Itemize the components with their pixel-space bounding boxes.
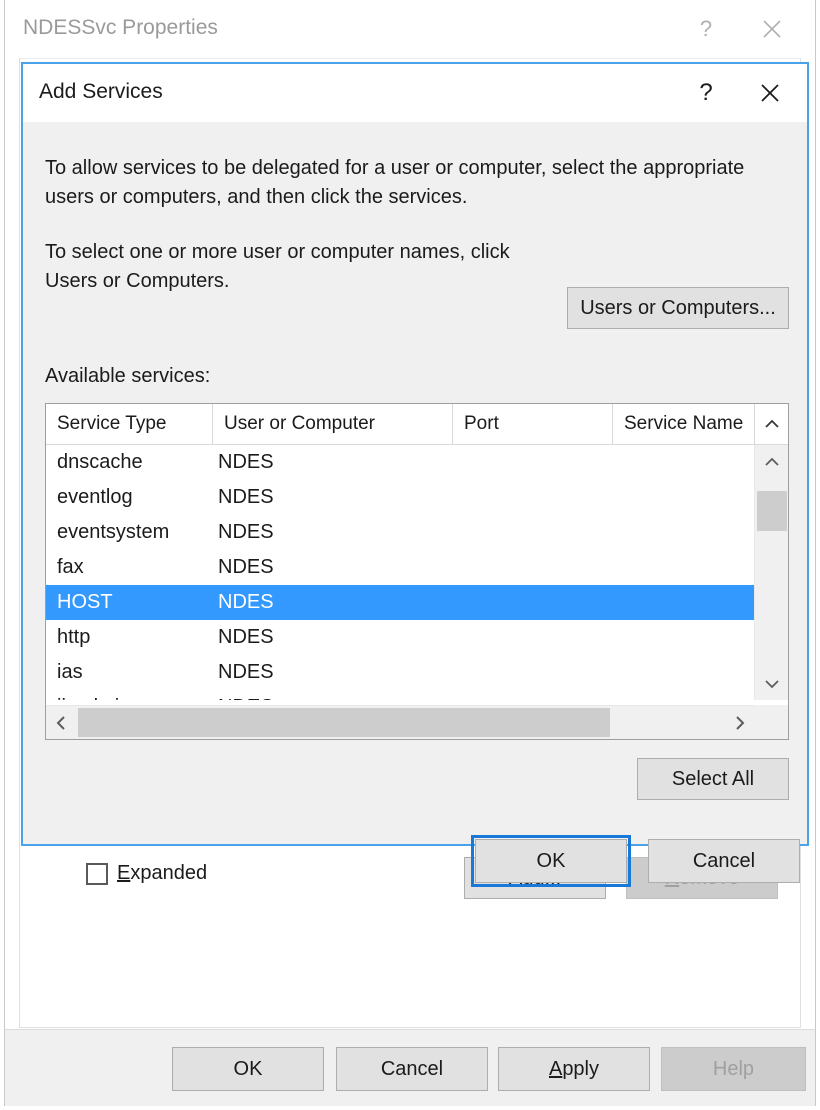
column-header-user-or-computer[interactable]: User or Computer — [213, 404, 453, 444]
cell-service-type: ias — [57, 661, 83, 684]
help-icon[interactable]: ? — [677, 64, 735, 122]
expanded-label-rest: xpanded — [130, 862, 207, 884]
cell-user-or-computer: NDES — [218, 626, 274, 649]
table-row[interactable]: ias NDES — [46, 655, 754, 690]
add-services-title: Add Services — [39, 80, 163, 104]
vertical-scrollbar[interactable] — [754, 445, 788, 700]
select-all-button[interactable]: Select All — [637, 758, 789, 800]
table-row[interactable]: fax NDES — [46, 550, 754, 585]
chevron-down-icon[interactable] — [755, 666, 789, 700]
help-icon[interactable]: ? — [677, 0, 735, 58]
vertical-scrollbar-thumb[interactable] — [757, 491, 787, 531]
list-column-header: Service Type User or Computer Port Servi… — [46, 404, 788, 445]
scrollbar-corner — [754, 705, 788, 739]
add-services-body: To allow services to be delegated for a … — [23, 122, 807, 844]
chevron-right-icon[interactable] — [724, 706, 754, 739]
table-row[interactable]: dnscache NDES — [46, 445, 754, 480]
available-services-label: Available services: — [45, 365, 210, 388]
table-row[interactable]: http NDES — [46, 620, 754, 655]
cell-user-or-computer: NDES — [218, 521, 274, 544]
table-row[interactable]: iisadmin NDES — [46, 690, 754, 700]
close-icon[interactable] — [743, 0, 801, 58]
ok-button[interactable]: OK — [172, 1047, 324, 1091]
horizontal-scrollbar[interactable] — [46, 705, 754, 739]
close-icon[interactable] — [741, 64, 799, 122]
chevron-up-icon[interactable] — [755, 445, 789, 479]
cell-user-or-computer: NDES — [218, 486, 274, 509]
expanded-checkbox-group[interactable]: Expanded — [86, 862, 207, 885]
add-services-dialog: Add Services ? To allow services to be d… — [21, 62, 809, 846]
cell-user-or-computer: NDES — [218, 451, 274, 474]
cell-user-or-computer: NDES — [218, 556, 274, 579]
outer-title-bar: NDESSvc Properties ? — [5, 0, 815, 58]
add-services-title-bar: Add Services ? — [23, 64, 807, 122]
chevron-up-icon[interactable] — [754, 404, 789, 444]
cell-service-type: http — [57, 626, 90, 649]
cell-service-type: iisadmin — [57, 696, 130, 700]
cell-service-type: dnscache — [57, 451, 143, 474]
expanded-label: Expanded — [117, 862, 207, 885]
apply-button[interactable]: Apply — [498, 1047, 650, 1091]
intro-instructions: To allow services to be delegated for a … — [45, 154, 793, 212]
cell-user-or-computer: NDES — [218, 591, 274, 614]
help-button[interactable]: Help — [661, 1047, 806, 1091]
available-services-list[interactable]: Service Type User or Computer Port Servi… — [45, 403, 789, 740]
cell-service-type: eventlog — [57, 486, 133, 509]
add-services-cancel-button[interactable]: Cancel — [648, 839, 800, 883]
properties-window: NDESSvc Properties ? Expanded Add... Rem… — [4, 0, 816, 1106]
column-header-service-type[interactable]: Service Type — [46, 404, 213, 444]
expanded-accel-char: E — [117, 862, 130, 884]
cell-user-or-computer: NDES — [218, 661, 274, 684]
cell-service-type: HOST — [57, 591, 113, 614]
select-instructions: To select one or more user or computer n… — [45, 238, 555, 296]
cell-service-type: eventsystem — [57, 521, 169, 544]
outer-window-title: NDESSvc Properties — [23, 16, 218, 40]
cell-service-type: fax — [57, 556, 84, 579]
cancel-button[interactable]: Cancel — [336, 1047, 488, 1091]
users-or-computers-button[interactable]: Users or Computers... — [567, 287, 789, 329]
list-rows-viewport[interactable]: dnscacheNDESeventlogNDESeventsystemNDESf… — [46, 445, 754, 700]
column-header-service-name[interactable]: Service Name — [613, 404, 754, 444]
apply-label-rest: pply — [562, 1058, 599, 1081]
chevron-left-icon[interactable] — [46, 706, 76, 739]
table-row[interactable]: eventlog NDES — [46, 480, 754, 515]
horizontal-scrollbar-thumb[interactable] — [78, 708, 610, 737]
table-row[interactable]: eventsystem NDES — [46, 515, 754, 550]
table-row[interactable]: HOST NDES — [46, 585, 754, 620]
add-services-ok-button[interactable]: OK — [475, 839, 627, 883]
expanded-checkbox[interactable] — [86, 863, 108, 885]
cell-user-or-computer: NDES — [218, 696, 274, 700]
apply-accel-char: A — [549, 1058, 562, 1081]
column-header-port[interactable]: Port — [453, 404, 613, 444]
